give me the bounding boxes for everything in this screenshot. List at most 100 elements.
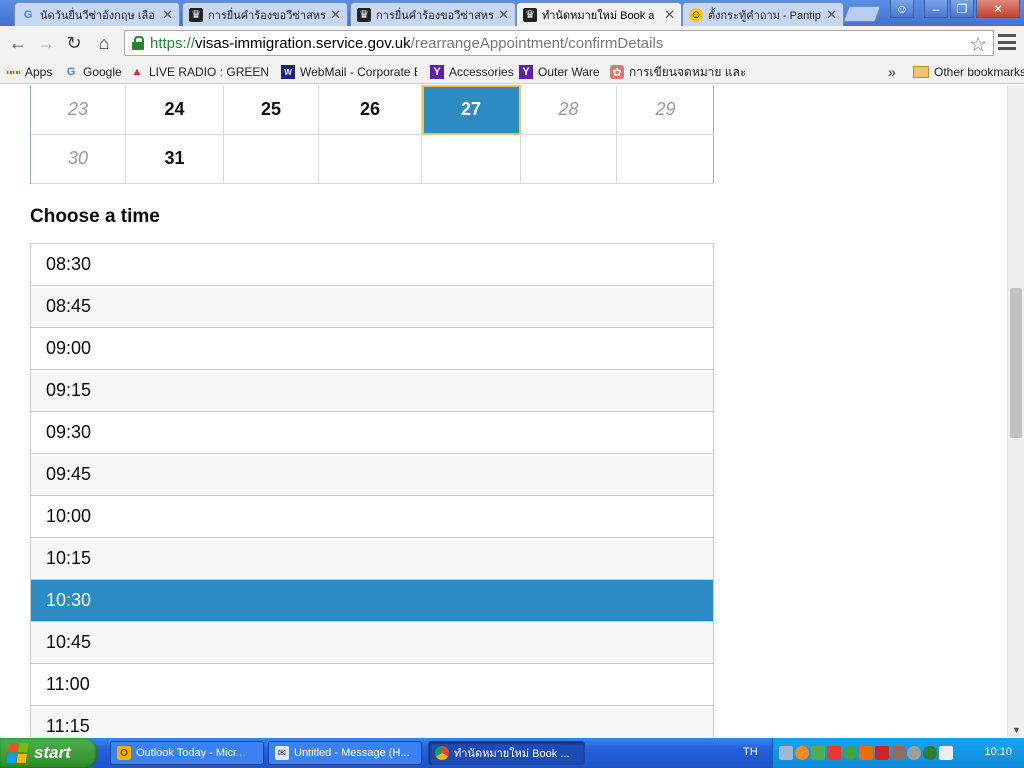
time-slot[interactable]: 10:15 xyxy=(31,538,713,580)
webmail-icon: W xyxy=(281,65,295,79)
flower-icon: ✿ xyxy=(610,65,624,79)
tray-tool-icon[interactable] xyxy=(891,746,905,760)
tray-check-icon[interactable] xyxy=(843,746,857,760)
bookmark-thai-letters[interactable]: ✿ การเขียนจดหมาย และอีเม xyxy=(610,63,746,81)
tab-close-icon[interactable]: ✕ xyxy=(498,7,509,23)
tray-green-circle-icon[interactable] xyxy=(923,746,937,760)
browser-title-bar: G นัดวันยื่นวีซ่าอังกฤษ เลือ ✕ ♛ การยื่น… xyxy=(0,0,1024,26)
time-slot[interactable]: 10:45 xyxy=(31,622,713,664)
home-icon[interactable]: ⌂ xyxy=(92,32,116,54)
browser-tab-4-active[interactable]: ♛ ทำนัดหมายใหม่ Book a ✕ xyxy=(516,2,682,26)
tab-title: นัดวันยื่นวีซ่าอังกฤษ เลือ xyxy=(40,9,155,22)
bookmark-label: WebMail - Corporate Edi xyxy=(300,65,417,79)
crown-icon: ♛ xyxy=(523,7,537,22)
bookmarks-overflow-icon[interactable]: » xyxy=(888,63,896,81)
time-slot[interactable]: 09:15 xyxy=(31,370,713,412)
tray-red-icon[interactable] xyxy=(875,746,889,760)
folder-icon xyxy=(913,66,929,78)
page-content: 23 24 25 26 27 28 29 30 31 Choose a time… xyxy=(0,85,1007,737)
tab-close-icon[interactable]: ✕ xyxy=(162,7,173,23)
browser-tab-3[interactable]: ♛ การยื่นคำร้องขอวีซ่าสหร ✕ xyxy=(350,2,516,26)
calendar-day[interactable]: 26 xyxy=(319,85,422,135)
url-scheme: https:// xyxy=(150,34,196,52)
time-slot-selected[interactable]: 10:30 xyxy=(31,580,713,622)
calendar-empty-cell xyxy=(521,134,617,184)
close-button[interactable]: ✕ xyxy=(976,0,1020,18)
page-scrollbar[interactable]: ▼ xyxy=(1007,85,1024,737)
tray-printer-icon[interactable] xyxy=(939,746,953,760)
url-path: /rearrangeAppointment/confirmDetails xyxy=(410,34,664,52)
minimize-button[interactable]: – xyxy=(924,0,948,18)
time-slot[interactable]: 09:00 xyxy=(31,328,713,370)
taskbar-item-chrome[interactable]: ทำนัดหมายใหม่ Book ... xyxy=(428,741,585,765)
user-icon[interactable]: ☺ xyxy=(890,0,914,18)
scrollbar-thumb[interactable] xyxy=(1010,288,1022,438)
back-arrow-icon[interactable]: ← xyxy=(6,32,30,54)
emoji-icon: ☺ xyxy=(689,7,703,22)
task-label: ทำนัดหมายใหม่ Book ... xyxy=(454,748,570,760)
tab-close-icon[interactable]: ✕ xyxy=(330,7,341,23)
scroll-down-arrow-icon[interactable]: ▼ xyxy=(1012,725,1021,735)
crown-icon: ♛ xyxy=(189,7,203,22)
bookmarks-bar: Apps G Google ▲ LIVE RADIO : GREEN W/ W … xyxy=(0,60,1024,84)
browser-tab-1[interactable]: G นัดวันยื่นวีซ่าอังกฤษ เลือ ✕ xyxy=(14,2,180,26)
calendar-day[interactable]: 31 xyxy=(126,134,224,184)
url-host: visas-immigration.service.gov.uk xyxy=(195,34,411,52)
chrome-menu-icon[interactable] xyxy=(998,34,1016,50)
other-bookmarks[interactable]: Other bookmarks xyxy=(913,63,1024,81)
calendar-day[interactable]: 25 xyxy=(224,85,319,135)
language-indicator[interactable]: TH xyxy=(743,746,758,758)
bookmark-webmail[interactable]: W WebMail - Corporate Edi xyxy=(281,63,417,81)
start-button[interactable]: start xyxy=(0,738,97,768)
tray-speaker-icon[interactable] xyxy=(859,746,873,760)
tray-green-icon[interactable] xyxy=(811,746,825,760)
yahoo-icon: Y xyxy=(519,65,533,79)
calendar-empty-cell xyxy=(617,134,714,184)
time-slot[interactable]: 08:30 xyxy=(31,244,713,286)
tray-firefox-icon[interactable] xyxy=(795,746,809,760)
bookmark-apps[interactable]: Apps xyxy=(6,63,52,81)
time-slot[interactable]: 08:45 xyxy=(31,286,713,328)
time-slot[interactable]: 11:15 xyxy=(31,706,713,737)
appointment-calendar: 23 24 25 26 27 28 29 30 31 xyxy=(30,85,714,184)
new-tab-button[interactable] xyxy=(843,6,881,22)
time-slot[interactable]: 11:00 xyxy=(31,664,713,706)
tab-title: การยื่นคำร้องขอวีซ่าสหร xyxy=(376,9,494,22)
window-controls: ☺ – ❐ ✕ xyxy=(890,0,1020,18)
time-slot[interactable]: 10:00 xyxy=(31,496,713,538)
task-label: Outlook Today - Micr... xyxy=(136,747,246,759)
tab-title: ทำนัดหมายใหม่ Book a xyxy=(542,9,655,22)
browser-tab-5[interactable]: ☺ ตั้งกระทู้คำถาม - Pantip ✕ xyxy=(682,2,844,26)
calendar-day: 28 xyxy=(521,85,617,135)
bookmark-accessories[interactable]: Y Accessories xyxy=(430,63,514,81)
bookmark-live-radio[interactable]: ▲ LIVE RADIO : GREEN W/ xyxy=(130,63,268,81)
browser-tab-2[interactable]: ♛ การยื่นคำร้องขอวีซ่าสหร ✕ xyxy=(182,2,348,26)
time-slot[interactable]: 09:45 xyxy=(31,454,713,496)
bookmark-google[interactable]: G Google xyxy=(64,63,122,81)
taskbar-item-outlook[interactable]: O Outlook Today - Micr... xyxy=(110,741,264,765)
lock-icon xyxy=(131,36,145,50)
other-bookmarks-label: Other bookmarks xyxy=(934,65,1024,79)
time-slot[interactable]: 09:30 xyxy=(31,412,713,454)
calendar-day: 30 xyxy=(31,134,126,184)
address-bar[interactable]: https://visas-immigration.service.gov.uk… xyxy=(124,30,994,56)
time-slot-list: 08:30 08:45 09:00 09:15 09:30 09:45 10:00 10:15… xyxy=(30,243,714,737)
tray-shield-icon[interactable] xyxy=(827,746,841,760)
tab-close-icon[interactable]: ✕ xyxy=(664,7,675,23)
calendar-day: 29 xyxy=(617,85,714,135)
bookmark-label: การเขียนจดหมาย และอีเม xyxy=(629,64,746,79)
taskbar-clock: 10:10 xyxy=(984,746,1012,758)
tray-network-icon[interactable] xyxy=(779,746,793,760)
bookmark-star-icon[interactable]: ☆ xyxy=(969,32,987,57)
bookmark-outer-ware[interactable]: Y Outer Ware xyxy=(519,63,600,81)
calendar-day[interactable]: 24 xyxy=(126,85,224,135)
reload-icon[interactable]: ↻ xyxy=(62,32,86,54)
tray-gray-icon[interactable] xyxy=(907,746,921,760)
tab-close-icon[interactable]: ✕ xyxy=(826,7,837,23)
calendar-day-selected[interactable]: 27 xyxy=(422,85,521,135)
maximize-button[interactable]: ❐ xyxy=(950,0,974,18)
windows-taskbar: start O Outlook Today - Micr... ✉ Untitl… xyxy=(0,738,1024,768)
taskbar-item-message[interactable]: ✉ Untitled - Message (H... xyxy=(268,741,422,765)
forward-arrow-icon[interactable]: → xyxy=(34,32,58,54)
calendar-day: 23 xyxy=(31,85,126,135)
